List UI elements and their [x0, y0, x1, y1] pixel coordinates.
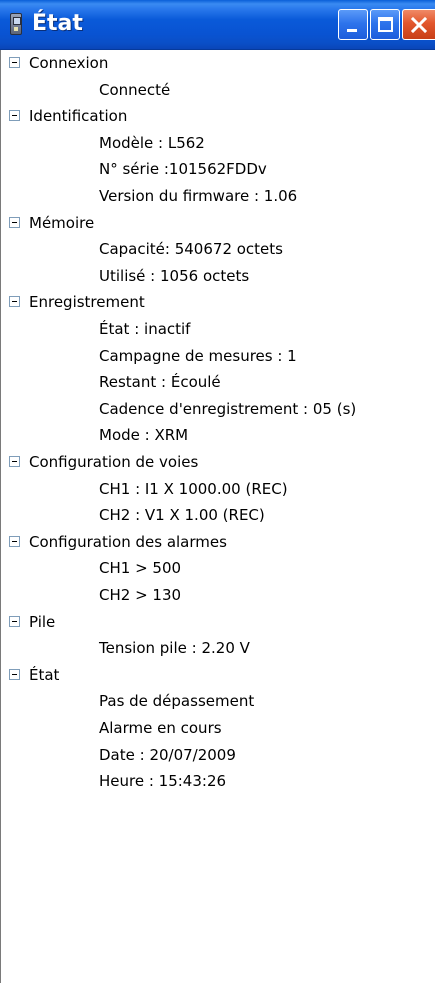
tree-group[interactable]: Connexion [9, 50, 108, 76]
tree-item[interactable]: N° série :101562FDDv [99, 156, 267, 182]
tree-item[interactable]: Date : 20/07/2009 [99, 742, 236, 768]
tree-group-label: État [29, 665, 60, 684]
minimize-icon [347, 29, 357, 32]
collapse-icon[interactable] [9, 296, 20, 308]
tree-item[interactable]: CH2 : V1 X 1.00 (REC) [99, 502, 265, 528]
tree-group-label: Enregistrement [29, 293, 145, 312]
title-bar[interactable]: État [0, 0, 435, 50]
close-button[interactable] [402, 9, 435, 40]
tree-item[interactable]: CH2 > 130 [99, 582, 181, 608]
close-icon [410, 16, 428, 34]
tree-item[interactable]: Alarme en cours [99, 715, 222, 741]
tree-item[interactable]: Utilisé : 1056 octets [99, 263, 249, 289]
tree-item[interactable]: Modèle : L562 [99, 130, 205, 156]
tree-group-label: Configuration de voies [29, 453, 199, 471]
collapse-icon[interactable] [9, 216, 20, 228]
status-tree[interactable]: Connexion Connecté Identification Modèle : … [0, 50, 435, 983]
tree-item[interactable]: CH1 : I1 X 1000.00 (REC) [99, 476, 288, 502]
collapse-icon[interactable] [9, 456, 20, 467]
maximize-button[interactable] [370, 9, 400, 40]
tree-item[interactable]: Tension pile : 2.20 V [99, 635, 250, 661]
tree-group-label: Mémoire [29, 213, 95, 232]
tree-item[interactable]: Capacité: 540672 octets [99, 236, 283, 262]
tree-group[interactable]: Configuration des alarmes [9, 529, 227, 555]
tree-item[interactable]: Connecté [99, 77, 170, 103]
tree-item[interactable]: Version du firmware : 1.06 [99, 183, 297, 209]
maximize-icon [378, 17, 393, 32]
tree-item[interactable]: Mode : XRM [99, 422, 188, 448]
tree-group-label: Pile [29, 612, 56, 631]
tree-group-label: Connexion [29, 54, 109, 72]
collapse-icon[interactable] [9, 615, 20, 627]
tree-group[interactable]: Identification [9, 103, 127, 129]
tree-item[interactable]: Heure : 15:43:26 [99, 768, 226, 794]
tree-group[interactable]: État [9, 662, 59, 688]
tree-group[interactable]: Enregistrement [9, 289, 145, 315]
tree-group[interactable]: Mémoire [9, 210, 94, 236]
window-title: État [32, 11, 83, 36]
tree-item[interactable]: CH1 > 500 [99, 555, 181, 581]
tree-group-label: Configuration des alarmes [29, 532, 227, 551]
tree-group[interactable]: Configuration de voies [9, 449, 198, 475]
tree-item[interactable]: Restant : Écoulé [99, 369, 221, 395]
collapse-icon[interactable] [9, 110, 20, 122]
collapse-icon[interactable] [9, 535, 20, 547]
collapse-icon[interactable] [9, 668, 20, 680]
tree-item[interactable]: Cadence d'enregistrement : 05 (s) [99, 396, 356, 422]
tree-item[interactable]: État : inactif [99, 316, 190, 342]
tree-group[interactable]: Pile [9, 609, 55, 635]
tree-group-label: Identification [29, 107, 128, 126]
collapse-icon[interactable] [9, 57, 20, 68]
status-window: État Connexion Connecté Identification Modè… [0, 0, 435, 983]
tree-item[interactable]: Campagne de mesures : 1 [99, 343, 297, 369]
minimize-button[interactable] [338, 9, 368, 40]
device-icon [10, 13, 22, 35]
tree-item[interactable]: Pas de dépassement [99, 688, 254, 714]
